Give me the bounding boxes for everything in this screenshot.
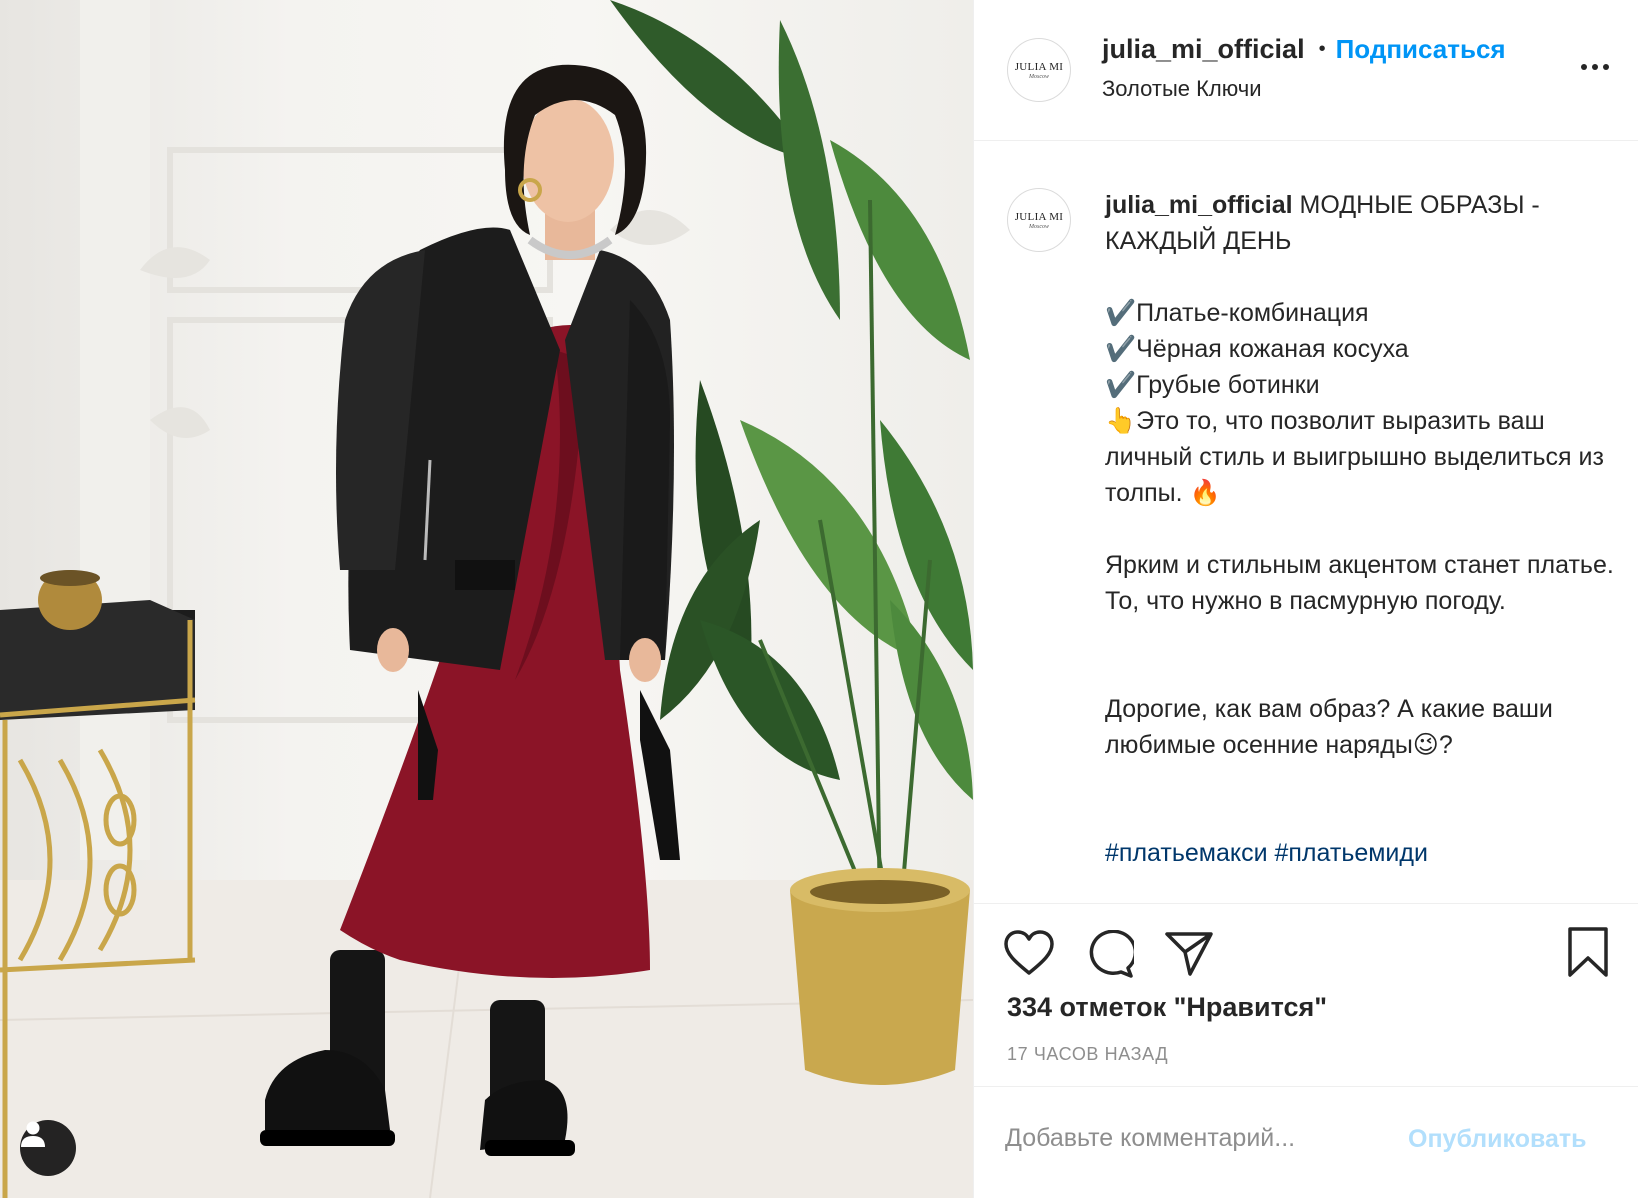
caption-avatar[interactable]: JULIA MI Moscow	[1007, 188, 1071, 252]
user-icon	[21, 1121, 45, 1147]
caption-username-link[interactable]: julia_mi_official	[1105, 191, 1293, 219]
user-tag-button[interactable]	[20, 1120, 76, 1176]
location-link[interactable]: Золотые Ключи	[1102, 76, 1262, 102]
avatar-logo: JULIA MI	[1014, 60, 1064, 73]
heart-icon[interactable]	[1004, 930, 1054, 976]
avatar[interactable]: JULIA MI Moscow	[1007, 38, 1071, 102]
post-actions: 334 отметок "Нравится" 17 ЧАСОВ НАЗАД	[974, 903, 1638, 1086]
comments-section[interactable]: JULIA MI Moscow julia_mi_official МОДНЫЕ…	[974, 141, 1638, 903]
comment-input[interactable]	[1005, 1113, 1405, 1163]
header-name-row: julia_mi_official • Подписаться	[1102, 34, 1506, 65]
caption-paragraph: Дорогие, как вам образ? А какие ваши люб…	[1105, 695, 1553, 759]
caption-line: 👆Это то, что позволит выразить ваш личны…	[1105, 407, 1604, 507]
post-header: JULIA MI Moscow julia_mi_official • Подп…	[974, 0, 1638, 141]
three-dots-icon[interactable]	[1580, 60, 1610, 74]
avatar-logo-sub: Moscow	[1029, 73, 1049, 80]
hashtag-links[interactable]: #платьемакси #платьемиди	[1105, 835, 1615, 871]
photo-illustration	[0, 0, 973, 1198]
likes-count[interactable]: 334 отметок "Нравится"	[1007, 992, 1327, 1023]
bookmark-icon[interactable]	[1566, 926, 1610, 978]
caption-line: ✔️Грубые ботинки	[1105, 371, 1320, 399]
avatar-logo: JULIA MI	[1014, 210, 1064, 223]
comment-bubble-icon[interactable]	[1084, 930, 1134, 978]
comment-form: Опубликовать	[974, 1086, 1638, 1198]
caption-paragraph: Ярким и стильным акцентом станет платье.…	[1105, 551, 1614, 615]
post-side-panel: JULIA MI Moscow julia_mi_official • Подп…	[973, 0, 1638, 1198]
post-timestamp[interactable]: 17 ЧАСОВ НАЗАД	[1007, 1044, 1168, 1065]
caption-line: ✔️Чёрная кожаная косуха	[1105, 335, 1409, 363]
post-caption: julia_mi_official МОДНЫЕ ОБРАЗЫ - КАЖДЫЙ…	[1105, 187, 1615, 871]
publish-button[interactable]: Опубликовать	[1408, 1125, 1587, 1154]
caption-line: ✔️Платье-комбинация	[1105, 299, 1369, 327]
paper-plane-icon[interactable]	[1164, 930, 1214, 976]
username-link[interactable]: julia_mi_official	[1102, 34, 1305, 65]
follow-button[interactable]: Подписаться	[1336, 34, 1506, 65]
post-photo[interactable]	[0, 0, 973, 1198]
separator-dot: •	[1318, 38, 1326, 60]
avatar-logo-sub: Moscow	[1029, 223, 1049, 230]
